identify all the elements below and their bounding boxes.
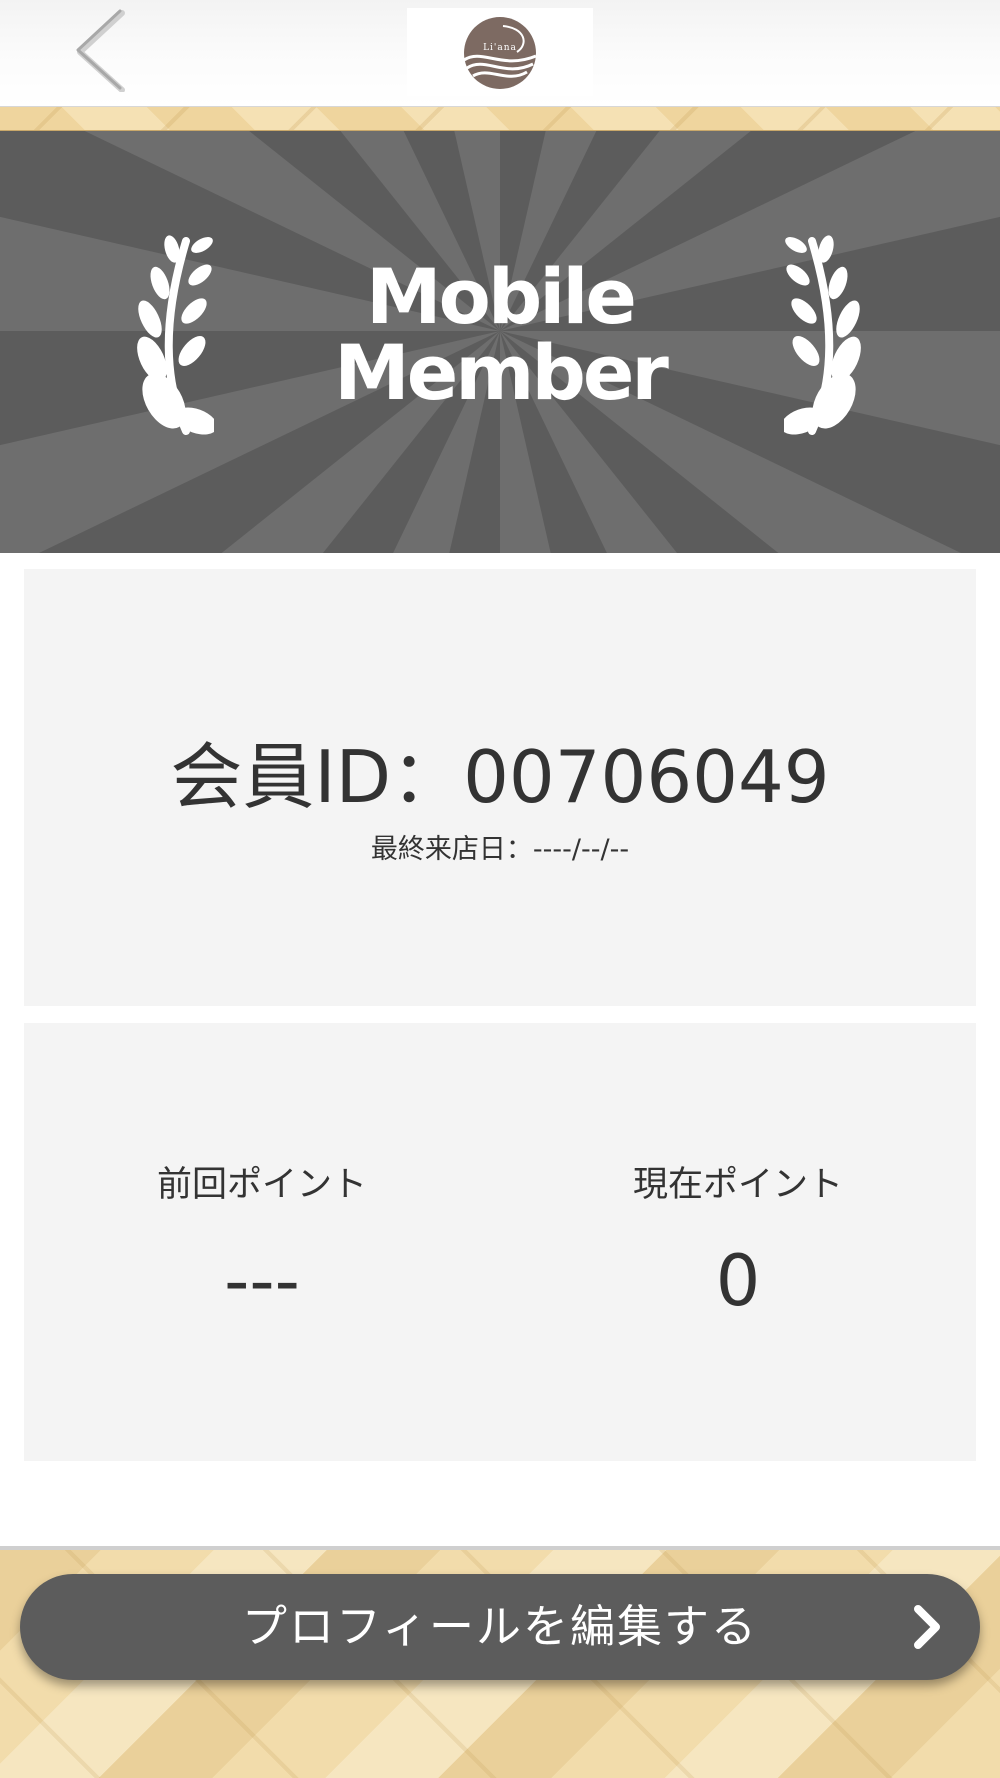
current-points-value: 0	[715, 1240, 761, 1322]
footer-bar: プロフィールを編集する	[0, 1546, 1000, 1778]
previous-points-label: 前回ポイント	[156, 1165, 367, 1205]
current-points-label: 現在ポイント	[632, 1165, 843, 1205]
member-id: 会員ID：00706049	[170, 735, 830, 819]
previous-points: 前回ポイント ---	[24, 1163, 500, 1319]
member-id-card: 会員ID：00706049 最終来店日：----/--/--	[24, 569, 976, 1006]
wood-divider	[0, 107, 1000, 131]
edit-profile-label: プロフィールを編集する	[241, 1600, 759, 1653]
banner-title-line2: Member	[334, 328, 669, 417]
previous-points-value: ---	[224, 1240, 300, 1322]
banner-title-line1: Mobile	[366, 252, 637, 341]
banner-title: Mobile Member	[0, 259, 1000, 411]
logo-text: Li'ana	[483, 43, 517, 53]
mobile-member-banner: Mobile Member	[0, 131, 1000, 553]
back-button[interactable]	[70, 8, 140, 93]
last-visit-date: 最終来店日：----/--/--	[370, 834, 630, 865]
points-card: 前回ポイント --- 現在ポイント 0	[24, 1023, 976, 1461]
chevron-left-icon	[76, 9, 125, 93]
page: Li'ana Mobile Member 会員ID：00706049 最終来店日…	[0, 0, 1000, 1778]
edit-profile-button[interactable]: プロフィールを編集する	[20, 1574, 980, 1680]
current-points: 現在ポイント 0	[500, 1163, 976, 1319]
chevron-right-icon	[914, 1605, 940, 1649]
app-header: Li'ana	[0, 0, 1000, 107]
shop-logo: Li'ana	[407, 8, 593, 96]
